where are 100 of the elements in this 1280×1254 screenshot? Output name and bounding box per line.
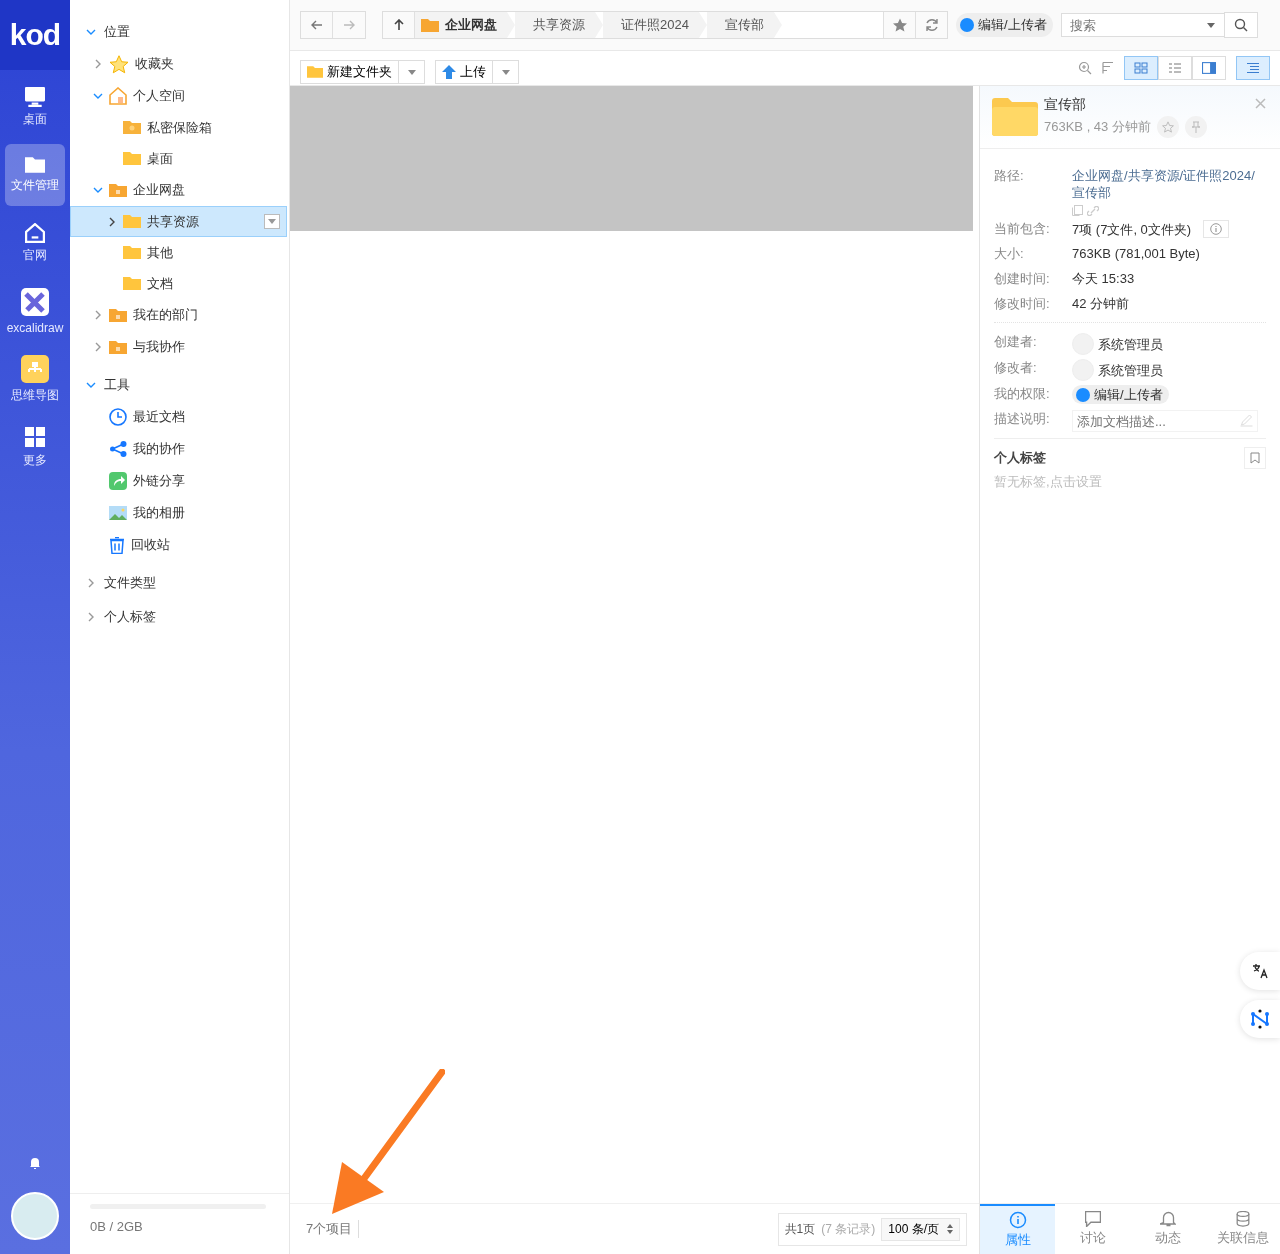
logo: kod [0,0,70,70]
graph-button[interactable] [1240,1000,1280,1038]
left-arrow-icon [310,20,323,30]
search-button[interactable] [1223,12,1258,38]
folder-icon [123,152,141,165]
tree-item[interactable]: 收藏夹 [70,48,287,80]
clock-icon [109,408,127,426]
tree-item[interactable]: 文档 [70,268,287,299]
chat-icon [1084,1211,1101,1227]
sidebar-item[interactable]: 桌面 [5,76,65,138]
bookmark-icon [1250,452,1260,464]
share-nodes-icon [109,441,127,457]
folder-icon [109,308,127,322]
tree-item[interactable]: 个人空间 [70,80,287,112]
view-mode-button[interactable] [1124,56,1158,80]
favorite-button[interactable] [1156,116,1179,138]
bell-icon[interactable] [29,1157,41,1170]
dropdown-button[interactable] [264,214,280,229]
right-arrow-icon [343,20,355,30]
description-field[interactable]: 添加文档描述... [1072,410,1258,432]
tree-item[interactable]: 其他 [70,237,287,268]
caret-icon[interactable] [1206,23,1215,28]
folder-icon [25,156,45,173]
info-icon [1008,1211,1027,1229]
pin-icon [1190,121,1201,133]
translate-button[interactable] [1240,952,1280,990]
caret-icon [268,219,276,224]
property-label: 当前包含: [994,220,1051,238]
tree-item[interactable]: 回收站 [70,529,287,561]
sidebar-item[interactable]: 官网 [5,212,65,274]
folder-icon [992,98,1038,136]
sidebar-item[interactable]: excalidraw [5,280,65,342]
caret-icon [501,69,510,75]
tree-item[interactable]: 与我协作 [70,331,287,363]
folder-name: 宣传部 [1044,96,1087,114]
property-label: 创建时间: [994,270,1051,288]
chevron-icon [86,382,96,388]
chevron-icon [109,216,115,227]
page-size-select[interactable]: 100 条/页 [881,1217,960,1241]
pencil-ruler-icon [20,287,50,317]
tree-item[interactable]: 我的相册 [70,497,287,529]
back-button[interactable] [301,12,333,38]
forward-button[interactable] [333,12,365,38]
refresh-button[interactable] [915,12,947,38]
add-tag-button[interactable] [1244,447,1266,469]
chevron-icon [93,93,103,99]
link-icon[interactable] [1087,205,1099,216]
tree-item[interactable]: 我的协作 [70,433,287,465]
graph-nodes-icon [1251,1009,1269,1029]
property-value: 今天 15:33 [1072,270,1135,287]
close-button[interactable] [1253,96,1268,111]
sidebar-item[interactable]: 思维导图 [5,348,65,410]
property-value: 7项 (7文件, 0文件夹) [1072,220,1192,238]
columns-icon [1202,62,1216,74]
tree-item[interactable]: 私密保险箱 [70,112,287,143]
search-field[interactable]: 搜索 [1060,13,1225,37]
upload-arrow-icon [442,65,456,79]
folder-lock-icon [123,121,141,134]
tree-item[interactable]: 共享资源 [70,206,287,237]
close-icon [1255,98,1266,109]
property-label: 创建者: [994,333,1038,351]
property-label: 路径: [994,167,1025,185]
tree-item[interactable]: 桌面 [70,143,287,174]
star-button[interactable] [883,12,915,38]
sidebar-item[interactable]: 文件管理 [5,144,65,206]
tree-item[interactable]: 外链分享 [70,465,287,497]
copy-icon[interactable] [1072,205,1083,216]
item-count: 7个项目 [306,1220,360,1238]
tree-section[interactable]: 个人标签 [88,601,287,633]
sidebar-item[interactable]: 更多 [5,416,65,478]
tree-section[interactable]: 工具 [88,369,287,401]
up-arrow-icon [393,19,404,31]
tree-item[interactable]: 我在的部门 [70,299,287,331]
tree-item[interactable]: 企业网盘 [70,174,287,206]
list-icon [1169,63,1181,73]
breadcrumb-item[interactable]: 宣传部 [706,12,782,38]
property-value: 42 分钟前 [1072,295,1130,312]
property-label: 大小: [994,245,1025,263]
property-label: 我的权限: [994,385,1051,403]
sort-icon[interactable] [1102,62,1114,74]
tree-item[interactable]: 最近文档 [70,401,287,433]
breadcrumb-item[interactable]: 证件照2024 [603,12,707,38]
tree-section[interactable]: 文件类型 [88,567,287,599]
zoom-icon[interactable] [1078,61,1092,75]
chevron-icon [86,29,96,35]
pin-button[interactable] [1184,116,1207,138]
refresh-icon [924,18,939,32]
breadcrumb-item[interactable]: 企业网盘 [415,12,515,38]
breadcrumb-item[interactable]: 共享资源 [515,12,603,38]
up-button[interactable] [383,12,415,38]
star-icon [892,18,907,32]
info-button[interactable] [1203,220,1230,238]
view-mode-button[interactable] [1158,56,1192,80]
mindmap-icon [21,354,49,383]
tree-section[interactable]: 位置 [88,16,287,48]
view-mode-button[interactable] [1192,56,1226,80]
folder-icon [123,277,141,290]
user-avatar[interactable] [11,1192,59,1240]
path-link[interactable]: 企业网盘/共享资源/证件照2024/宣传部 [1072,167,1266,201]
details-toggle-button[interactable] [1236,56,1270,80]
